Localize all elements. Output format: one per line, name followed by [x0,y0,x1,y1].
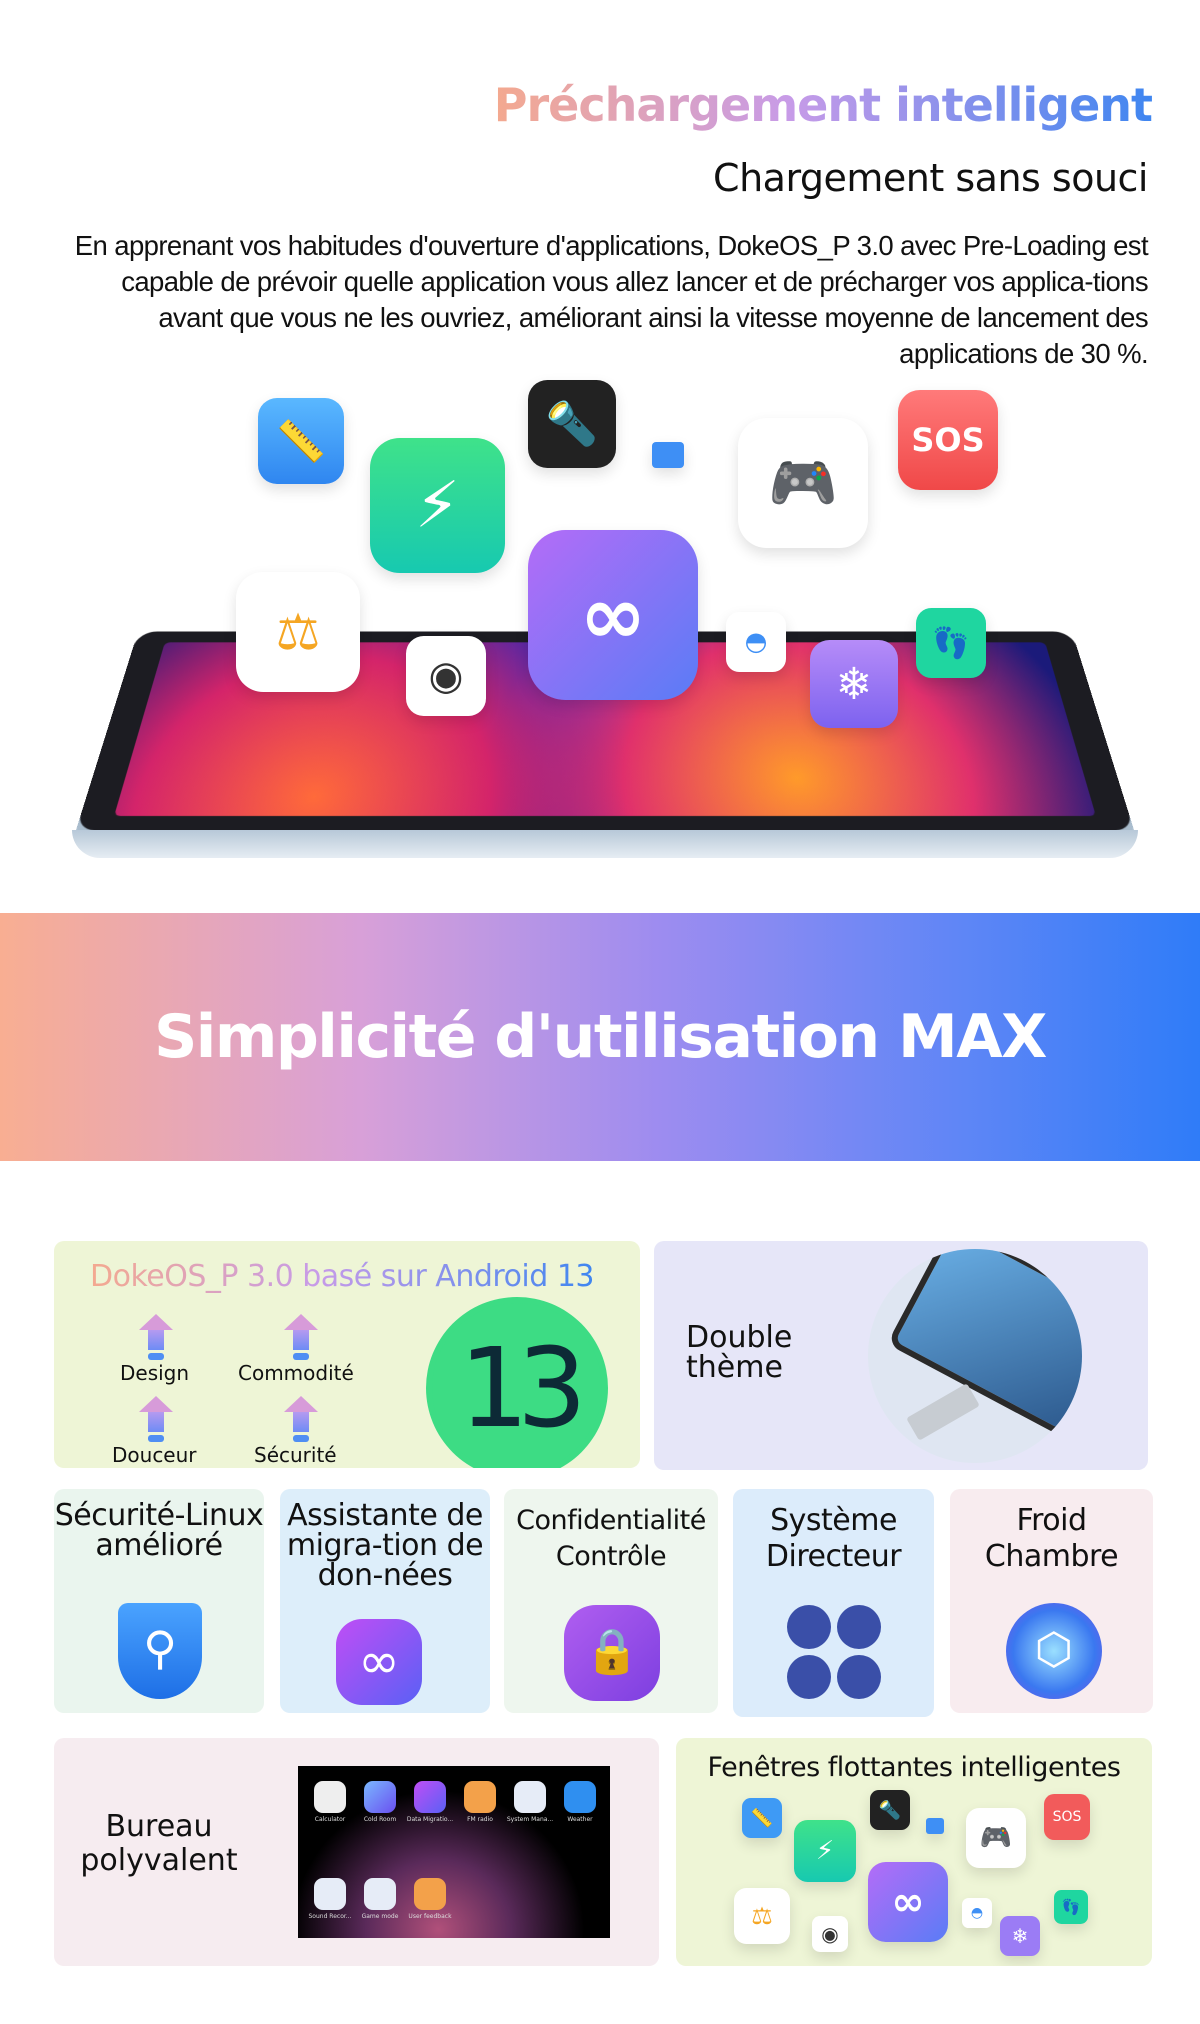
feature-title: Système Directeur [765,1503,902,1574]
section-banner: Simplicité d'utilisation MAX [0,913,1200,1161]
recorder-icon [314,1878,346,1910]
theme-card: Double thème [654,1241,1148,1470]
gamepad-icon [364,1878,396,1910]
radio-icon [464,1781,496,1813]
feedback-icon [414,1878,446,1910]
balance-icon: ⚖ [236,572,360,692]
feature-label: Sécurité [254,1443,337,1467]
feature-label: Commodité [238,1361,354,1385]
data-migration-icon [414,1781,446,1813]
android-card-title: DokeOS_P 3.0 basé sur Android 13 [90,1259,595,1294]
sos-label: SOS [911,421,985,459]
cube-icon [364,1781,396,1813]
feature-card-data-migration: Assistante de migra-tion de don-nées ∞ [280,1489,490,1713]
camera-icon: ◉ [812,1916,848,1952]
feature-title: Sécurité-Linux amélioré [54,1498,264,1563]
shield-bolt-icon: ⚡ [370,438,505,573]
arrow-up-icon [284,1314,318,1362]
floating-card-title: Fenêtres flottantes intelligentes [707,1752,1121,1783]
calculator-icon [314,1781,346,1813]
privacy-lock-icon: 🔒 [564,1605,660,1701]
tablet-frame [72,830,1138,858]
feature-card-system-director: Système Directeur [733,1489,934,1717]
footprints-icon: 👣 [916,608,986,678]
app-label: User feedback [408,1913,452,1920]
arrow-up-icon [139,1314,173,1362]
app-label: Cold Room [363,1816,397,1823]
basket-icon [652,442,684,468]
gamepad-icon: 🎮 [738,418,868,548]
app-label: Calculator [314,1816,346,1823]
bureau-card: Bureau polyvalent Calculator Cold Room D… [54,1738,659,1966]
feature-card-linux-security: Sécurité-Linux amélioré ⚲ [54,1489,264,1713]
sos-icon: SOS [898,390,998,490]
cube-icon: ⬡ [1006,1603,1102,1699]
bureau-card-title: Bureau polyvalent [80,1809,238,1878]
app-label: Game mode [361,1913,399,1920]
gamepad-icon: 🎮 [966,1808,1026,1868]
feature-card-cold-room: Froid Chambre ⬡ [950,1489,1153,1713]
feature-card-privacy: Confidentialité Contrôle 🔒 [504,1489,718,1713]
description: En apprenant vos habitudes d'ouverture d… [74,230,1149,369]
feature-title: Assistante de migra-tion de don-nées [286,1498,484,1593]
arrow-up-icon [139,1396,173,1444]
sos-icon: SOS [1044,1794,1090,1840]
footprints-icon: 👣 [1054,1890,1088,1924]
snowflake-icon: ❄ [1000,1916,1040,1956]
shield-icon [514,1781,546,1813]
shield-key-icon: ⚲ [118,1603,202,1699]
arrow-up-icon [284,1396,318,1444]
banner-title: Simplicité d'utilisation MAX [154,1002,1047,1072]
four-petal-icon [787,1605,881,1699]
android-13-badge: 13 [432,1303,602,1468]
floating-windows-card: Fenêtres flottantes intelligentes 📏 ⚡ 🔦 … [676,1738,1152,1966]
feature-label: Douceur [112,1443,197,1467]
flashlight-icon: 🔦 [528,380,616,468]
app-label: Sound Recor... [308,1913,352,1920]
theme-card-title: Double thème [686,1320,793,1385]
ruler-icon: 📏 [258,398,344,484]
app-label: FM radio [467,1816,493,1823]
app-label: System Mana... [506,1816,554,1823]
snowflake-icon: ❄ [810,640,898,728]
tablet-sim-tray-image [868,1249,1082,1463]
basket-icon [926,1818,944,1834]
data-migration-icon: ∞ [528,530,698,700]
feature-label: Design [120,1361,190,1385]
camera-icon: ◉ [406,636,486,716]
app-label: Data Migratio... [406,1816,454,1823]
speedometer-icon: ◓ [962,1898,992,1928]
speedometer-icon: ◓ [726,612,786,672]
desktop-screenshot: Calculator Cold Room Data Migratio... FM… [298,1766,610,1938]
data-migration-icon: ∞ [868,1862,948,1942]
shield-bolt-icon: ⚡ [794,1820,856,1882]
android-card: DokeOS_P 3.0 basé sur Android 13 Design … [54,1241,640,1468]
page-subtitle: Chargement sans souci [713,156,1148,200]
ruler-icon: 📏 [742,1798,782,1838]
balance-icon: ⚖ [734,1888,790,1944]
feature-title: Confidentialité Contrôle [516,1505,706,1572]
weather-icon [564,1781,596,1813]
flashlight-icon: 🔦 [870,1790,910,1830]
feature-title: Froid Chambre [984,1503,1119,1574]
app-label: Weather [567,1816,593,1823]
page-title: Préchargement intelligent [493,78,1153,132]
sos-label: SOS [1052,1809,1082,1825]
data-migration-icon: ∞ [336,1619,422,1705]
